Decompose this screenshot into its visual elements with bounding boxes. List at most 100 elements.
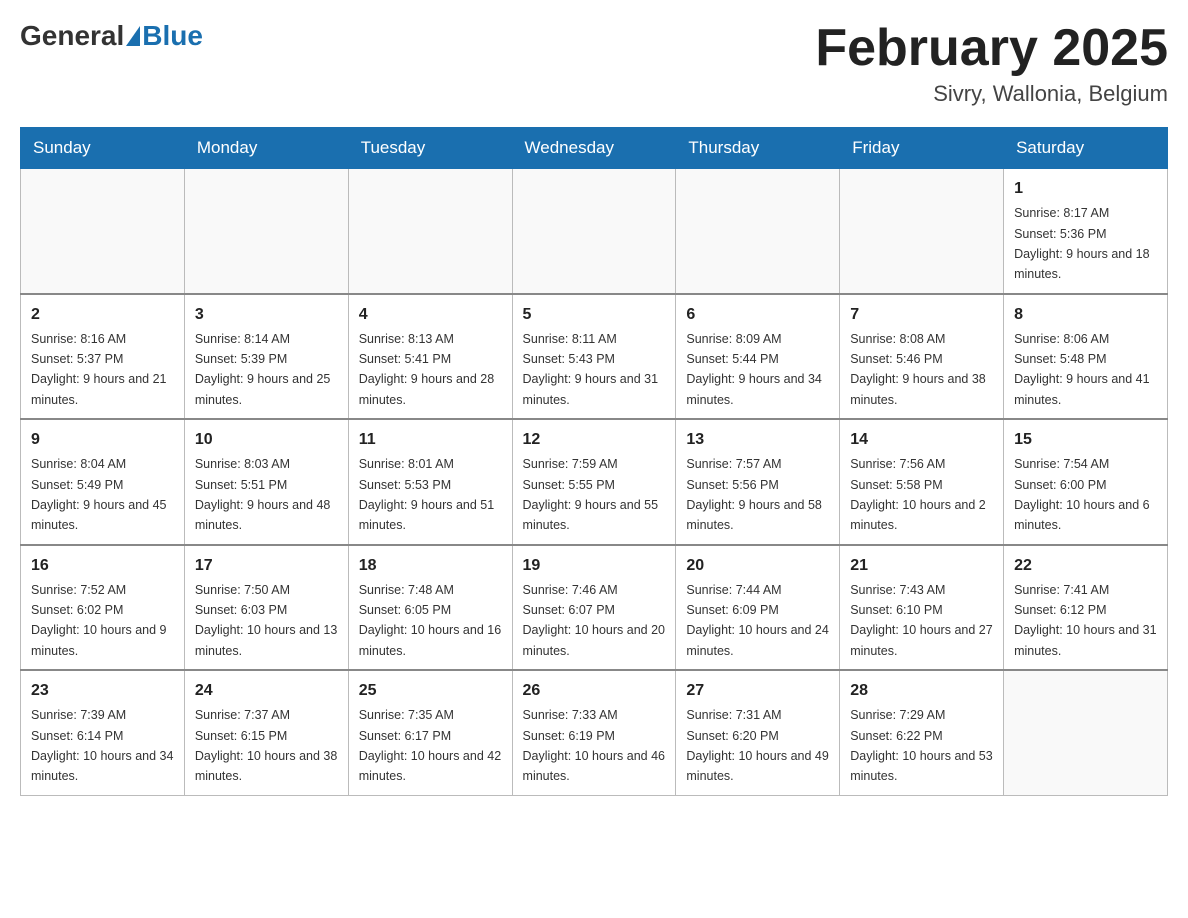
calendar-day-cell: 22 Sunrise: 7:41 AMSunset: 6:12 PMDaylig… — [1004, 545, 1168, 671]
day-info: Sunrise: 7:46 AMSunset: 6:07 PMDaylight:… — [523, 583, 665, 658]
day-number: 1 — [1014, 177, 1157, 201]
day-number: 22 — [1014, 554, 1157, 578]
day-info: Sunrise: 7:48 AMSunset: 6:05 PMDaylight:… — [359, 583, 501, 658]
weekday-header-row: SundayMondayTuesdayWednesdayThursdayFrid… — [21, 128, 1168, 169]
weekday-header-saturday: Saturday — [1004, 128, 1168, 169]
day-info: Sunrise: 8:16 AMSunset: 5:37 PMDaylight:… — [31, 332, 167, 407]
calendar-day-cell — [184, 169, 348, 294]
day-info: Sunrise: 7:41 AMSunset: 6:12 PMDaylight:… — [1014, 583, 1156, 658]
calendar-day-cell: 18 Sunrise: 7:48 AMSunset: 6:05 PMDaylig… — [348, 545, 512, 671]
day-info: Sunrise: 8:09 AMSunset: 5:44 PMDaylight:… — [686, 332, 822, 407]
calendar-day-cell: 15 Sunrise: 7:54 AMSunset: 6:00 PMDaylig… — [1004, 419, 1168, 545]
calendar-day-cell: 17 Sunrise: 7:50 AMSunset: 6:03 PMDaylig… — [184, 545, 348, 671]
day-info: Sunrise: 8:08 AMSunset: 5:46 PMDaylight:… — [850, 332, 986, 407]
day-number: 3 — [195, 303, 338, 327]
calendar-day-cell: 2 Sunrise: 8:16 AMSunset: 5:37 PMDayligh… — [21, 294, 185, 420]
day-info: Sunrise: 7:56 AMSunset: 5:58 PMDaylight:… — [850, 457, 986, 532]
calendar-day-cell: 5 Sunrise: 8:11 AMSunset: 5:43 PMDayligh… — [512, 294, 676, 420]
day-number: 20 — [686, 554, 829, 578]
calendar-day-cell: 7 Sunrise: 8:08 AMSunset: 5:46 PMDayligh… — [840, 294, 1004, 420]
day-number: 12 — [523, 428, 666, 452]
day-number: 18 — [359, 554, 502, 578]
day-number: 6 — [686, 303, 829, 327]
calendar-week-row: 23 Sunrise: 7:39 AMSunset: 6:14 PMDaylig… — [21, 670, 1168, 795]
calendar-day-cell: 10 Sunrise: 8:03 AMSunset: 5:51 PMDaylig… — [184, 419, 348, 545]
day-number: 23 — [31, 679, 174, 703]
calendar-day-cell: 26 Sunrise: 7:33 AMSunset: 6:19 PMDaylig… — [512, 670, 676, 795]
day-number: 15 — [1014, 428, 1157, 452]
day-info: Sunrise: 7:35 AMSunset: 6:17 PMDaylight:… — [359, 708, 501, 783]
calendar-day-cell: 1 Sunrise: 8:17 AMSunset: 5:36 PMDayligh… — [1004, 169, 1168, 294]
weekday-header-wednesday: Wednesday — [512, 128, 676, 169]
month-title: February 2025 — [815, 20, 1168, 77]
calendar-day-cell: 8 Sunrise: 8:06 AMSunset: 5:48 PMDayligh… — [1004, 294, 1168, 420]
day-info: Sunrise: 7:59 AMSunset: 5:55 PMDaylight:… — [523, 457, 659, 532]
calendar-day-cell — [348, 169, 512, 294]
day-number: 16 — [31, 554, 174, 578]
calendar-day-cell: 19 Sunrise: 7:46 AMSunset: 6:07 PMDaylig… — [512, 545, 676, 671]
calendar-day-cell — [1004, 670, 1168, 795]
day-number: 5 — [523, 303, 666, 327]
day-info: Sunrise: 8:06 AMSunset: 5:48 PMDaylight:… — [1014, 332, 1150, 407]
calendar-day-cell — [840, 169, 1004, 294]
day-number: 14 — [850, 428, 993, 452]
day-number: 27 — [686, 679, 829, 703]
day-info: Sunrise: 8:04 AMSunset: 5:49 PMDaylight:… — [31, 457, 167, 532]
calendar-day-cell: 3 Sunrise: 8:14 AMSunset: 5:39 PMDayligh… — [184, 294, 348, 420]
calendar-day-cell: 24 Sunrise: 7:37 AMSunset: 6:15 PMDaylig… — [184, 670, 348, 795]
day-number: 21 — [850, 554, 993, 578]
logo-general-text: General — [20, 20, 124, 52]
weekday-header-monday: Monday — [184, 128, 348, 169]
title-block: February 2025 Sivry, Wallonia, Belgium — [815, 20, 1168, 107]
calendar-day-cell: 4 Sunrise: 8:13 AMSunset: 5:41 PMDayligh… — [348, 294, 512, 420]
day-number: 11 — [359, 428, 502, 452]
calendar-day-cell: 12 Sunrise: 7:59 AMSunset: 5:55 PMDaylig… — [512, 419, 676, 545]
calendar-day-cell: 21 Sunrise: 7:43 AMSunset: 6:10 PMDaylig… — [840, 545, 1004, 671]
calendar-day-cell — [676, 169, 840, 294]
day-number: 26 — [523, 679, 666, 703]
calendar-day-cell: 13 Sunrise: 7:57 AMSunset: 5:56 PMDaylig… — [676, 419, 840, 545]
day-info: Sunrise: 8:14 AMSunset: 5:39 PMDaylight:… — [195, 332, 331, 407]
calendar-day-cell: 27 Sunrise: 7:31 AMSunset: 6:20 PMDaylig… — [676, 670, 840, 795]
calendar-day-cell: 9 Sunrise: 8:04 AMSunset: 5:49 PMDayligh… — [21, 419, 185, 545]
day-info: Sunrise: 7:29 AMSunset: 6:22 PMDaylight:… — [850, 708, 992, 783]
logo-blue-text: Blue — [142, 20, 203, 52]
weekday-header-thursday: Thursday — [676, 128, 840, 169]
day-info: Sunrise: 8:01 AMSunset: 5:53 PMDaylight:… — [359, 457, 495, 532]
day-info: Sunrise: 7:50 AMSunset: 6:03 PMDaylight:… — [195, 583, 337, 658]
day-info: Sunrise: 7:43 AMSunset: 6:10 PMDaylight:… — [850, 583, 992, 658]
day-info: Sunrise: 7:54 AMSunset: 6:00 PMDaylight:… — [1014, 457, 1150, 532]
day-info: Sunrise: 7:37 AMSunset: 6:15 PMDaylight:… — [195, 708, 337, 783]
calendar-day-cell: 28 Sunrise: 7:29 AMSunset: 6:22 PMDaylig… — [840, 670, 1004, 795]
calendar-day-cell: 25 Sunrise: 7:35 AMSunset: 6:17 PMDaylig… — [348, 670, 512, 795]
calendar-week-row: 1 Sunrise: 8:17 AMSunset: 5:36 PMDayligh… — [21, 169, 1168, 294]
page-header: General Blue February 2025 Sivry, Wallon… — [20, 20, 1168, 107]
day-info: Sunrise: 8:11 AMSunset: 5:43 PMDaylight:… — [523, 332, 659, 407]
day-info: Sunrise: 7:52 AMSunset: 6:02 PMDaylight:… — [31, 583, 167, 658]
calendar-day-cell: 11 Sunrise: 8:01 AMSunset: 5:53 PMDaylig… — [348, 419, 512, 545]
day-number: 4 — [359, 303, 502, 327]
calendar-day-cell: 6 Sunrise: 8:09 AMSunset: 5:44 PMDayligh… — [676, 294, 840, 420]
calendar-week-row: 16 Sunrise: 7:52 AMSunset: 6:02 PMDaylig… — [21, 545, 1168, 671]
day-number: 10 — [195, 428, 338, 452]
day-info: Sunrise: 7:44 AMSunset: 6:09 PMDaylight:… — [686, 583, 828, 658]
calendar-day-cell: 14 Sunrise: 7:56 AMSunset: 5:58 PMDaylig… — [840, 419, 1004, 545]
logo-triangle-icon — [126, 26, 140, 46]
day-number: 19 — [523, 554, 666, 578]
day-number: 25 — [359, 679, 502, 703]
day-number: 13 — [686, 428, 829, 452]
day-info: Sunrise: 7:39 AMSunset: 6:14 PMDaylight:… — [31, 708, 173, 783]
calendar-day-cell — [512, 169, 676, 294]
calendar-day-cell: 20 Sunrise: 7:44 AMSunset: 6:09 PMDaylig… — [676, 545, 840, 671]
day-info: Sunrise: 8:13 AMSunset: 5:41 PMDaylight:… — [359, 332, 495, 407]
day-number: 2 — [31, 303, 174, 327]
location-text: Sivry, Wallonia, Belgium — [815, 81, 1168, 107]
weekday-header-tuesday: Tuesday — [348, 128, 512, 169]
day-info: Sunrise: 7:57 AMSunset: 5:56 PMDaylight:… — [686, 457, 822, 532]
calendar-day-cell — [21, 169, 185, 294]
day-info: Sunrise: 8:03 AMSunset: 5:51 PMDaylight:… — [195, 457, 331, 532]
weekday-header-friday: Friday — [840, 128, 1004, 169]
day-info: Sunrise: 7:33 AMSunset: 6:19 PMDaylight:… — [523, 708, 665, 783]
calendar-table: SundayMondayTuesdayWednesdayThursdayFrid… — [20, 127, 1168, 796]
day-number: 17 — [195, 554, 338, 578]
